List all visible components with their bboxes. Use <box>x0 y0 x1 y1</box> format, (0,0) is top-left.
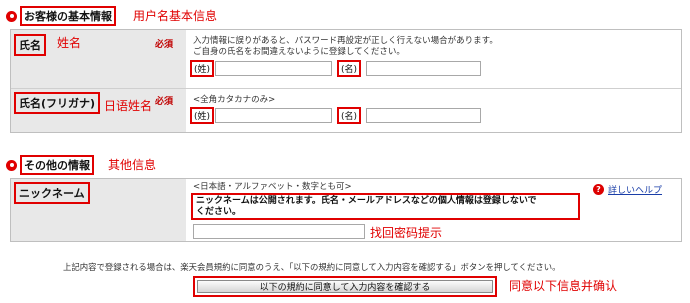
kana-required-badge: 必須 <box>155 97 174 107</box>
agree-and-confirm-button[interactable]: 以下の規約に同意して入力内容を確認する <box>197 280 493 293</box>
help-link-group[interactable]: ? 詳しいヘルプ <box>593 183 662 196</box>
agreement-notice: 上記内容で登録される場合は、楽天会員規約に同意のうえ、「以下の規約に同意して入力… <box>63 262 561 272</box>
name-required-badge: 必須 <box>155 40 174 50</box>
last-name-kana-input[interactable] <box>215 108 332 123</box>
name-help-text-line1: 入力情報に誤りがあると、パスワード再設定が正しく行えない場合があります。 <box>193 36 498 46</box>
kana-name-annotation: 日语姓名 <box>104 99 153 113</box>
help-link[interactable]: 詳しいヘルプ <box>608 183 662 196</box>
first-name-kana-input[interactable] <box>366 108 481 123</box>
confirm-annotation: 同意以下信息并确认 <box>509 279 618 293</box>
nickname-warning-line1: ニックネームは公開されます。氏名・メールアドレスなどの個人情報は登録しないで <box>196 196 537 206</box>
nickname-warning-line2: ください。 <box>196 207 242 217</box>
basic-info-title: お客様の基本情報 <box>20 6 116 26</box>
kana-hint-text: <全角カタカナのみ> <box>193 95 276 105</box>
last-name-kana-tag: (姓) <box>190 107 215 124</box>
name-help-text-line2: ご自身の氏名をお間違えないように登録してください。 <box>193 47 405 57</box>
last-name-tag: (姓) <box>190 60 215 77</box>
basic-info-header: お客様の基本情報 <box>6 6 116 26</box>
last-name-input[interactable] <box>215 61 332 76</box>
first-name-tag: (名) <box>337 60 362 77</box>
nickname-annotation: 找回密码提示 <box>370 226 443 240</box>
nickname-label: ニックネーム <box>14 182 90 204</box>
name-label: 氏名 <box>14 34 46 56</box>
other-info-header: その他の情報 <box>6 155 94 175</box>
other-info-title: その他の情報 <box>20 155 94 175</box>
kana-name-label: 氏名(フリガナ) <box>14 92 101 114</box>
row-divider <box>11 88 681 89</box>
name-annotation: 姓名 <box>57 36 82 50</box>
confirm-button-highlight: 以下の規約に同意して入力内容を確認する <box>193 276 497 297</box>
nickname-input[interactable] <box>193 224 365 239</box>
first-name-input[interactable] <box>366 61 481 76</box>
nickname-hint-text: <日本語・アルファベット・数字とも可> <box>193 182 352 192</box>
help-question-icon[interactable]: ? <box>593 184 604 195</box>
basic-info-annotation: 用户名基本信息 <box>133 9 218 23</box>
bullet-circle-icon <box>6 159 17 171</box>
other-info-annotation: 其他信息 <box>108 158 157 172</box>
first-name-kana-tag: (名) <box>337 107 362 124</box>
nickname-warning: ニックネームは公開されます。氏名・メールアドレスなどの個人情報は登録しないで く… <box>191 193 580 220</box>
bullet-circle-icon <box>6 10 17 22</box>
